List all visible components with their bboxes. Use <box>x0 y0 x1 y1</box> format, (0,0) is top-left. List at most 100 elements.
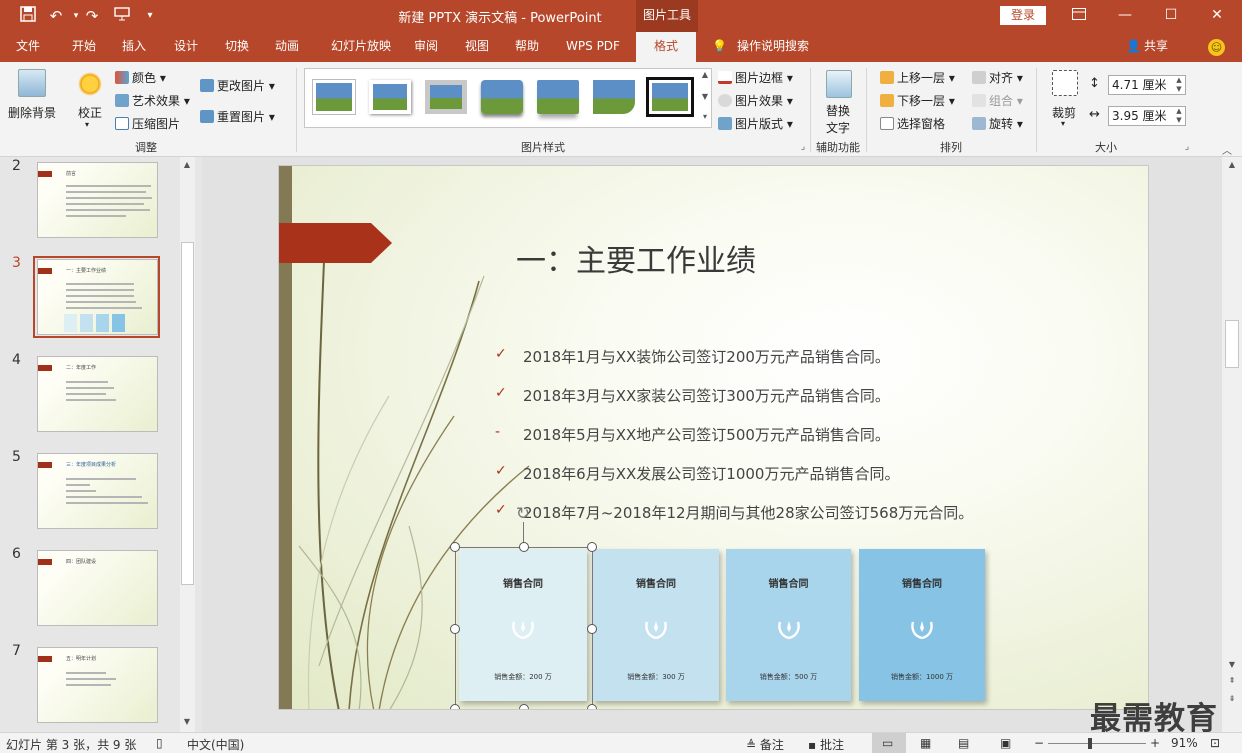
zoom-in-icon[interactable]: + <box>1150 736 1160 750</box>
login-button[interactable]: 登录 <box>1000 6 1046 25</box>
zoom-out-icon[interactable]: − <box>1034 736 1044 750</box>
slide-thumbnail-2[interactable]: 前言 <box>37 162 158 238</box>
canvas-scroll-up-icon[interactable]: ▲ <box>1225 160 1239 169</box>
picture-style-5[interactable] <box>537 80 579 114</box>
compress-pictures-button[interactable]: 压缩图片 <box>115 115 180 132</box>
remove-background-button[interactable]: 删除背景 <box>8 104 56 121</box>
group-button[interactable]: 组合 ▾ <box>972 92 1023 109</box>
selection-pane-button[interactable]: 选择窗格 <box>880 115 945 132</box>
picture-style-2[interactable] <box>369 80 411 114</box>
corrections-dropdown-icon[interactable]: ▾ <box>85 120 89 129</box>
tab-insert[interactable]: 插入 <box>112 32 156 62</box>
collapse-ribbon-icon[interactable]: ︿ <box>1220 142 1234 157</box>
tell-me-search[interactable]: 💡 操作说明搜索 <box>712 32 809 62</box>
artistic-effects-button[interactable]: 艺术效果 ▾ <box>115 92 190 109</box>
tab-help[interactable]: 帮助 <box>505 32 549 62</box>
change-picture-button[interactable]: 更改图片 ▾ <box>200 77 275 94</box>
scroll-down-icon[interactable]: ▼ <box>180 717 194 726</box>
picture-style-7[interactable] <box>646 77 694 117</box>
tab-file[interactable]: 文件 <box>6 32 50 62</box>
share-button[interactable]: 👤 共享 <box>1126 32 1168 62</box>
slide-sorter-icon[interactable]: ▦ <box>920 736 931 750</box>
ribbon-display-icon[interactable] <box>1056 0 1102 32</box>
contract-card-3[interactable]: 销售合同 销售金额：500 万 <box>726 549 851 701</box>
canvas-scrollbar[interactable]: ▲ ▼ ⇞ ⇟ <box>1222 157 1242 732</box>
thumbnail-scroll-thumb[interactable] <box>181 242 194 585</box>
zoom-level[interactable]: 91% <box>1171 736 1198 750</box>
slide-thumbnail-6[interactable]: 四：团队建设 <box>37 550 158 626</box>
thumbnail-scrollbar[interactable]: ▲ ▼ <box>180 157 195 732</box>
height-spinner-icon[interactable]: ▲ ▼ <box>1172 76 1186 94</box>
tab-wps-pdf[interactable]: WPS PDF <box>558 32 628 62</box>
feedback-smiley-icon[interactable]: ☺ <box>1208 39 1225 56</box>
tab-review[interactable]: 审阅 <box>404 32 448 62</box>
resize-handle-s[interactable] <box>519 704 529 709</box>
reading-view-icon[interactable]: ▤ <box>958 736 969 750</box>
resize-handle-e[interactable] <box>587 624 597 634</box>
crop-dropdown-icon[interactable]: ▾ <box>1061 119 1065 128</box>
tab-slideshow[interactable]: 幻灯片放映 <box>320 32 402 62</box>
size-dialog-launcher-icon[interactable]: ⌟ <box>1180 142 1194 152</box>
width-spinner-icon[interactable]: ▲ ▼ <box>1172 107 1186 125</box>
corrections-button[interactable]: 校正 <box>78 104 102 121</box>
picture-style-6[interactable] <box>593 80 635 114</box>
alt-text-icon[interactable] <box>826 70 852 98</box>
close-icon[interactable]: ✕ <box>1194 0 1240 32</box>
slide-title[interactable]: 一：主要工作业绩 <box>516 236 756 280</box>
contract-card-4[interactable]: 销售合同 销售金额：1000 万 <box>859 549 985 701</box>
contract-card-2[interactable]: 销售合同 销售金额：300 万 <box>593 549 719 701</box>
resize-handle-se[interactable] <box>587 704 597 709</box>
picture-effects-button[interactable]: 图片效果 ▾ <box>718 92 793 109</box>
canvas-scroll-down-icon[interactable]: ▼ <box>1225 660 1239 669</box>
styles-dialog-launcher-icon[interactable]: ⌟ <box>796 142 810 152</box>
gallery-up-icon[interactable]: ▲ <box>698 70 712 79</box>
picture-style-4[interactable] <box>481 80 523 114</box>
reset-picture-button[interactable]: 重置图片 ▾ <box>200 108 275 125</box>
align-button[interactable]: 对齐 ▾ <box>972 69 1023 86</box>
resize-handle-sw[interactable] <box>450 704 460 709</box>
tab-home[interactable]: 开始 <box>62 32 106 62</box>
tab-format[interactable]: 格式 <box>636 32 696 62</box>
tab-animations[interactable]: 动画 <box>265 32 309 62</box>
color-button[interactable]: 颜色 ▾ <box>115 69 166 86</box>
canvas-scroll-thumb[interactable] <box>1225 320 1239 368</box>
zoom-slider-thumb[interactable] <box>1088 738 1092 749</box>
next-slide-icon[interactable]: ⇟ <box>1225 694 1239 703</box>
crop-icon[interactable] <box>1052 70 1078 96</box>
slide-thumbnail-3[interactable]: 一：主要工作业绩 <box>37 259 158 335</box>
previous-slide-icon[interactable]: ⇞ <box>1225 676 1239 685</box>
slide-thumbnail-7[interactable]: 五：明年计划 <box>37 647 158 723</box>
comments-button[interactable]: ▪ 批注 <box>808 736 844 753</box>
picture-style-3[interactable] <box>425 80 467 114</box>
slide-thumbnail-5[interactable]: 三：年度项目成果分析 <box>37 453 158 529</box>
resize-handle-w[interactable] <box>450 624 460 634</box>
tab-transitions[interactable]: 切换 <box>215 32 259 62</box>
send-backward-button[interactable]: 下移一层 ▾ <box>880 92 955 109</box>
slide[interactable]: 一：主要工作业绩 ✓ 2018年1月与XX装饰公司签订200万元产品销售合同。 … <box>278 165 1149 710</box>
tab-design[interactable]: 设计 <box>164 32 208 62</box>
spellcheck-icon[interactable]: ▯ <box>156 736 163 750</box>
corrections-sun-icon[interactable] <box>76 70 104 98</box>
tab-view[interactable]: 视图 <box>455 32 499 62</box>
language-indicator[interactable]: 中文(中国) <box>187 736 244 753</box>
maximize-icon[interactable]: ☐ <box>1148 0 1194 32</box>
remove-background-icon[interactable] <box>18 69 46 97</box>
gallery-more-icon[interactable]: ▾ <box>698 112 712 121</box>
resize-handle-n[interactable] <box>519 542 529 552</box>
resize-handle-nw[interactable] <box>450 542 460 552</box>
alt-text-button[interactable]: 替换 文字 <box>826 102 850 136</box>
zoom-slider[interactable] <box>1048 743 1146 744</box>
scroll-up-icon[interactable]: ▲ <box>180 160 194 169</box>
resize-handle-ne[interactable] <box>587 542 597 552</box>
picture-layout-button[interactable]: 图片版式 ▾ <box>718 115 793 132</box>
slide-thumbnail-4[interactable]: 二：年度工作 <box>37 356 158 432</box>
gallery-down-icon[interactable]: ▼ <box>698 92 712 101</box>
picture-style-1[interactable] <box>313 80 355 114</box>
fit-to-window-icon[interactable]: ⊡ <box>1210 736 1220 750</box>
minimize-icon[interactable]: — <box>1102 0 1148 32</box>
slideshow-view-icon[interactable]: ▣ <box>1000 736 1011 750</box>
rotate-button[interactable]: 旋转 ▾ <box>972 115 1023 132</box>
rotate-handle-icon[interactable]: ↻ <box>513 504 533 524</box>
picture-border-button[interactable]: 图片边框 ▾ <box>718 69 793 86</box>
notes-button[interactable]: ≜ 备注 <box>746 736 784 753</box>
